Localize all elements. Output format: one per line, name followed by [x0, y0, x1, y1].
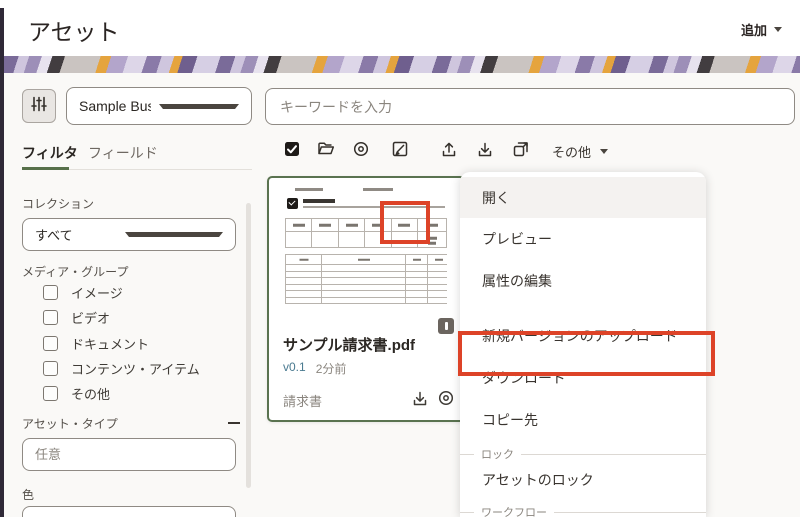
page-title: アセット [28, 20, 120, 45]
checkbox-icon[interactable] [43, 360, 58, 376]
asset-type-label: アセット・タイプ [22, 417, 118, 431]
chevron-down-icon [600, 149, 609, 154]
thumbnail-checkbox-graphic [287, 198, 298, 209]
download-icon[interactable] [411, 389, 429, 407]
open-folder-icon[interactable] [317, 140, 335, 158]
page-header: アセット 追加 [4, 0, 800, 56]
tab-fields[interactable]: フィールド [88, 143, 158, 163]
sliders-filter-icon [30, 95, 48, 118]
collection-select[interactable]: すべて [22, 218, 236, 251]
add-button-label: 追加 [740, 23, 767, 38]
upload-icon[interactable] [440, 140, 458, 158]
media-checkbox-image[interactable]: イメージ [43, 282, 123, 302]
asset-category-label: 請求書 [283, 394, 323, 409]
copy-move-icon[interactable] [512, 140, 530, 158]
checkbox-icon[interactable] [43, 284, 58, 300]
menu-item-download[interactable]: ダウンロード [460, 357, 706, 399]
menu-item-open[interactable]: 開く [460, 177, 706, 218]
add-button[interactable]: 追加 [741, 20, 782, 39]
collection-label: コレクション [22, 197, 95, 211]
asset-card[interactable]: サンプル請求書.pdf v0.1 2分前 請求書 [267, 176, 465, 422]
more-actions-label: その他 [552, 145, 592, 160]
checkbox-label: その他 [71, 386, 111, 402]
media-checkbox-other[interactable]: その他 [43, 383, 110, 403]
color-input[interactable] [22, 506, 236, 517]
selected-checkbox-icon[interactable] [283, 140, 301, 158]
pdf-thumbnail [275, 184, 457, 310]
media-group-label: メディア・グループ [22, 265, 129, 279]
chevron-down-icon [125, 232, 223, 237]
checkbox-label: コンテンツ・アイテム [71, 361, 200, 377]
context-menu: 開く プレビュー 属性の編集 新規バージョンのアップロード ダウンロード コピー… [460, 172, 706, 517]
menu-item-copy-to[interactable]: コピー先 [460, 399, 706, 441]
menu-item-preview[interactable]: プレビュー [460, 218, 706, 260]
menu-spacer [460, 302, 706, 315]
menu-section-lock: ロック [460, 447, 706, 461]
asset-type-input[interactable] [22, 438, 236, 471]
edit-icon[interactable] [391, 140, 409, 158]
info-icon[interactable] [438, 318, 454, 334]
repository-selector-value: Sample Business Rep... [79, 98, 151, 114]
asset-version[interactable]: v0.1 [283, 360, 306, 377]
preview-eye-icon[interactable] [352, 140, 370, 158]
menu-item-edit-attributes[interactable]: 属性の編集 [460, 260, 706, 302]
more-actions-button[interactable]: その他 [552, 142, 609, 161]
search-input[interactable] [265, 88, 795, 125]
asset-filename: サンプル請求書.pdf [283, 337, 416, 354]
filter-panel-toggle-button[interactable] [22, 89, 56, 123]
checkbox-icon[interactable] [43, 335, 58, 351]
content-area: Sample Business Rep... フィルタ フィールド コレクション… [4, 73, 800, 517]
color-label: 色 [22, 488, 35, 502]
chevron-down-icon [774, 27, 782, 32]
preview-eye-icon[interactable] [437, 389, 455, 407]
sidebar-scrollbar[interactable] [246, 203, 251, 488]
media-checkbox-content-item[interactable]: コンテンツ・アイテム [43, 358, 200, 378]
menu-section-workflow: ワークフロー [460, 505, 706, 517]
menu-item-lock-asset[interactable]: アセットのロック [460, 461, 706, 499]
checkbox-label: ビデオ [71, 310, 111, 326]
collapse-minus-icon[interactable] [228, 422, 240, 424]
download-icon[interactable] [476, 140, 494, 158]
asset-modified-time: 2分前 [315, 362, 347, 376]
assets-page: アセット 追加 Sample Business Rep... フィルタ フィール… [0, 0, 800, 517]
active-tab-indicator [22, 167, 69, 170]
collection-select-value: すべて [35, 228, 73, 243]
tab-filter[interactable]: フィルタ [22, 143, 78, 163]
chevron-down-icon [159, 103, 239, 109]
checkbox-icon[interactable] [43, 385, 58, 401]
thumbnail-table-top [285, 218, 447, 248]
menu-item-upload-new-version[interactable]: 新規バージョンのアップロード [460, 315, 706, 357]
checkbox-label: イメージ [71, 285, 123, 301]
media-checkbox-video[interactable]: ビデオ [43, 307, 110, 327]
repository-selector[interactable]: Sample Business Rep... [66, 87, 252, 125]
asset-meta: v0.1 2分前 [283, 360, 346, 377]
media-checkbox-document[interactable]: ドキュメント [43, 333, 149, 353]
decorative-banner [4, 56, 800, 73]
checkbox-label: ドキュメント [71, 336, 150, 352]
thumbnail-table-main [285, 254, 449, 304]
menu-section-lock-label: ロック [481, 449, 514, 461]
checkbox-icon[interactable] [43, 309, 58, 325]
menu-section-workflow-label: ワークフロー [481, 507, 547, 517]
